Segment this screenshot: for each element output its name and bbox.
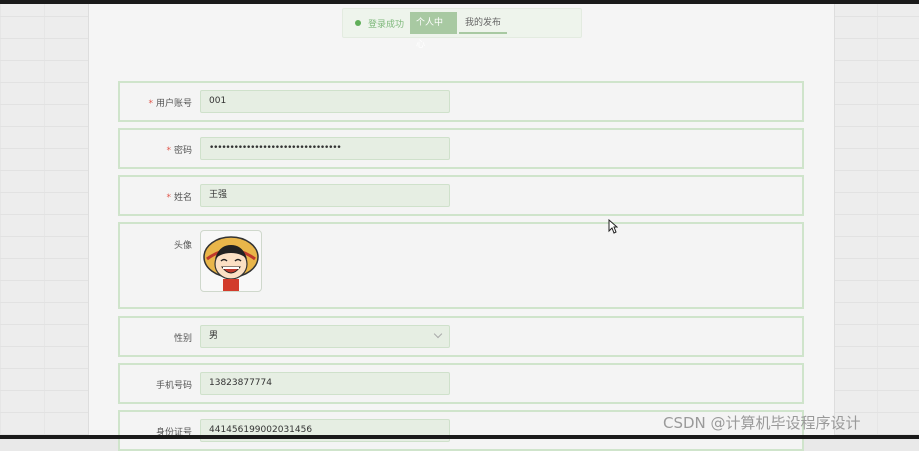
login-success-message: 登录成功 bbox=[355, 17, 404, 30]
username-input[interactable]: 001 bbox=[200, 90, 450, 113]
required-mark: * bbox=[166, 146, 171, 156]
required-mark: * bbox=[148, 99, 153, 109]
required-mark: * bbox=[166, 193, 171, 203]
password-label: * 密码 bbox=[166, 146, 192, 156]
login-success-text: 登录成功 bbox=[368, 20, 405, 30]
form-row-avatar: 头像 bbox=[118, 222, 804, 309]
gender-label: 性别 bbox=[173, 334, 192, 344]
success-dot-icon bbox=[355, 20, 361, 26]
tab-my-posts[interactable]: 我的发布 bbox=[459, 12, 507, 34]
form-row-gender: 性别 男 bbox=[118, 316, 804, 357]
avatar-label: 头像 bbox=[173, 241, 192, 251]
form-row-phone: 手机号码 13823877774 bbox=[118, 363, 804, 404]
status-tab-bar: 登录成功 个人中心 我的发布 bbox=[342, 8, 582, 50]
phone-input[interactable]: 13823877774 bbox=[200, 372, 450, 395]
form-row-password: * 密码 •••••••••••••••••••••••••••••••• bbox=[118, 128, 804, 169]
brick-background-right bbox=[833, 4, 919, 435]
name-label: * 姓名 bbox=[166, 193, 192, 203]
phone-label: 手机号码 bbox=[155, 381, 192, 391]
form-row-name: * 姓名 王强 bbox=[118, 175, 804, 216]
form-row-username: * 用户账号 001 bbox=[118, 81, 804, 122]
avatar-upload[interactable] bbox=[200, 230, 262, 292]
bottom-frame-bar bbox=[0, 435, 919, 439]
tab-personal-center[interactable]: 个人中心 bbox=[410, 12, 457, 50]
gender-selected-value: 男 bbox=[209, 331, 219, 341]
watermark: CSDN @计算机毕设程序设计 bbox=[663, 414, 861, 432]
username-label: * 用户账号 bbox=[148, 99, 192, 109]
chevron-down-icon bbox=[433, 329, 443, 339]
gender-select[interactable]: 男 bbox=[200, 325, 450, 348]
avatar-image bbox=[203, 236, 259, 291]
brick-background-left bbox=[0, 4, 88, 435]
mouse-cursor-icon bbox=[608, 219, 618, 234]
name-input[interactable]: 王强 bbox=[200, 184, 450, 207]
password-input[interactable]: •••••••••••••••••••••••••••••••• bbox=[200, 137, 450, 160]
